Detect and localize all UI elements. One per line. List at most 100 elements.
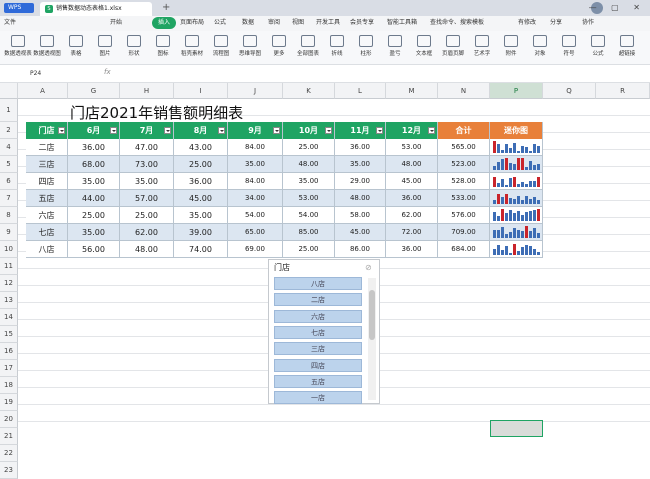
column-header-L[interactable]: L bbox=[335, 83, 386, 99]
selected-cell[interactable] bbox=[490, 420, 543, 437]
window-controls[interactable]: — ▢ ✕ bbox=[589, 3, 646, 12]
ribbon-button-21[interactable]: 超链接 bbox=[612, 33, 642, 63]
table-cell[interactable]: 三店 bbox=[26, 156, 68, 173]
table-cell[interactable]: 47.00 bbox=[120, 139, 174, 156]
row-header-5[interactable]: 5 bbox=[0, 156, 18, 173]
ribbon-button-19[interactable]: 符号 bbox=[554, 33, 584, 63]
filter-dropdown-icon[interactable] bbox=[218, 127, 225, 134]
table-cell[interactable]: 34.00 bbox=[228, 190, 283, 207]
slicer-item-2[interactable]: 六店 bbox=[274, 309, 362, 323]
menu-4[interactable]: 公式 bbox=[214, 17, 226, 29]
table-header-2[interactable]: 7月 bbox=[120, 122, 174, 139]
table-cell[interactable]: 56.00 bbox=[68, 241, 120, 258]
table-cell[interactable]: 25.00 bbox=[283, 241, 335, 258]
column-header-K[interactable]: K bbox=[283, 83, 335, 99]
table-cell[interactable]: 48.00 bbox=[335, 190, 386, 207]
menu-14[interactable]: 协作 bbox=[582, 17, 594, 29]
table-cell[interactable]: 62.00 bbox=[120, 224, 174, 241]
ribbon-button-15[interactable]: 页眉页脚 bbox=[438, 33, 468, 63]
ribbon-button-13[interactable]: 盈亏 bbox=[380, 33, 410, 63]
menu-9[interactable]: 会员专享 bbox=[350, 17, 374, 29]
table-cell[interactable]: 39.00 bbox=[174, 224, 228, 241]
menu-8[interactable]: 开发工具 bbox=[316, 17, 340, 29]
slicer-item-5[interactable]: 四店 bbox=[274, 358, 362, 372]
table-cell[interactable]: 25.00 bbox=[68, 207, 120, 224]
filter-dropdown-icon[interactable] bbox=[428, 127, 435, 134]
table-cell[interactable]: 36.00 bbox=[386, 241, 438, 258]
column-header-P[interactable]: P bbox=[490, 83, 543, 99]
table-cell[interactable]: 七店 bbox=[26, 224, 68, 241]
table-cell[interactable]: 74.00 bbox=[174, 241, 228, 258]
menu-1[interactable]: 开始 bbox=[110, 17, 122, 29]
table-cell[interactable]: 43.00 bbox=[174, 139, 228, 156]
table-cell[interactable]: 533.00 bbox=[438, 190, 490, 207]
table-cell[interactable]: 36.00 bbox=[68, 139, 120, 156]
row-header-23[interactable]: 23 bbox=[0, 462, 18, 479]
table-cell[interactable]: 58.00 bbox=[335, 207, 386, 224]
table-cell[interactable]: 86.00 bbox=[335, 241, 386, 258]
ribbon-button-9[interactable]: 更多 bbox=[264, 33, 294, 63]
table-header-3[interactable]: 8月 bbox=[174, 122, 228, 139]
ribbon-button-10[interactable]: 全部图表 bbox=[293, 33, 323, 63]
ribbon-button-4[interactable]: 形状 bbox=[119, 33, 149, 63]
row-header-2[interactable]: 2 bbox=[0, 122, 18, 139]
table-cell[interactable]: 25.00 bbox=[283, 139, 335, 156]
ribbon-button-3[interactable]: 图片 bbox=[90, 33, 120, 63]
table-header-6[interactable]: 11月 bbox=[335, 122, 386, 139]
slicer-item-3[interactable]: 七店 bbox=[274, 325, 362, 339]
row-header-1[interactable]: 1 bbox=[0, 99, 18, 122]
slicer-item-0[interactable]: 八店 bbox=[274, 277, 362, 290]
menu-12[interactable]: 有修改 bbox=[518, 17, 536, 29]
column-header-M[interactable]: M bbox=[386, 83, 438, 99]
row-header-18[interactable]: 18 bbox=[0, 377, 18, 394]
row-header-11[interactable]: 11 bbox=[0, 258, 18, 275]
table-cell[interactable]: 684.00 bbox=[438, 241, 490, 258]
row-header-8[interactable]: 8 bbox=[0, 207, 18, 224]
slicer-item-7[interactable]: 一店 bbox=[274, 391, 362, 405]
table-cell[interactable]: 48.00 bbox=[386, 156, 438, 173]
column-header-J[interactable]: J bbox=[228, 83, 283, 99]
table-cell[interactable]: 25.00 bbox=[174, 156, 228, 173]
table-cell[interactable]: 四店 bbox=[26, 173, 68, 190]
slicer-scroll-thumb[interactable] bbox=[369, 290, 375, 340]
table-cell[interactable]: 523.00 bbox=[438, 156, 490, 173]
ribbon-button-8[interactable]: 思维导图 bbox=[235, 33, 265, 63]
ribbon-button-20[interactable]: 公式 bbox=[583, 33, 613, 63]
ribbon-button-0[interactable]: 数据透视表 bbox=[3, 33, 33, 63]
table-cell[interactable]: 六店 bbox=[26, 207, 68, 224]
column-header-I[interactable]: I bbox=[174, 83, 228, 99]
menu-5[interactable]: 数据 bbox=[242, 17, 254, 29]
ribbon-button-16[interactable]: 艺术字 bbox=[467, 33, 497, 63]
menu-11[interactable]: 查找命令、搜索模板 bbox=[430, 17, 484, 29]
table-cell[interactable]: 35.00 bbox=[283, 173, 335, 190]
table-cell[interactable]: 62.00 bbox=[386, 207, 438, 224]
ribbon-button-14[interactable]: 文本框 bbox=[409, 33, 439, 63]
row-header-14[interactable]: 14 bbox=[0, 309, 18, 326]
table-cell[interactable]: 72.00 bbox=[386, 224, 438, 241]
table-cell[interactable]: 45.00 bbox=[386, 173, 438, 190]
column-header-N[interactable]: N bbox=[438, 83, 490, 99]
sheet-title[interactable]: 门店2021年销售额明细表 bbox=[70, 102, 243, 123]
menu-13[interactable]: 分享 bbox=[550, 17, 562, 29]
row-header-19[interactable]: 19 bbox=[0, 394, 18, 411]
ribbon-button-18[interactable]: 对象 bbox=[525, 33, 555, 63]
row-header-15[interactable]: 15 bbox=[0, 326, 18, 343]
table-header-5[interactable]: 10月 bbox=[283, 122, 335, 139]
table-cell[interactable]: 36.00 bbox=[386, 190, 438, 207]
slicer-item-6[interactable]: 五店 bbox=[274, 374, 362, 388]
filter-dropdown-icon[interactable] bbox=[58, 127, 65, 134]
table-cell[interactable]: 35.00 bbox=[120, 173, 174, 190]
ribbon-button-1[interactable]: 数据透视图 bbox=[32, 33, 62, 63]
ribbon-button-2[interactable]: 表格 bbox=[61, 33, 91, 63]
table-cell[interactable]: 57.00 bbox=[120, 190, 174, 207]
table-cell[interactable]: 48.00 bbox=[120, 241, 174, 258]
slicer-item-1[interactable]: 二店 bbox=[274, 293, 362, 307]
table-header-4[interactable]: 9月 bbox=[228, 122, 283, 139]
filter-dropdown-icon[interactable] bbox=[164, 127, 171, 134]
row-header-10[interactable]: 10 bbox=[0, 241, 18, 258]
table-cell[interactable]: 69.00 bbox=[228, 241, 283, 258]
table-cell[interactable]: 二店 bbox=[26, 139, 68, 156]
row-header-9[interactable]: 9 bbox=[0, 224, 18, 241]
ribbon-button-6[interactable]: 稻壳素材 bbox=[177, 33, 207, 63]
table-cell[interactable]: 45.00 bbox=[174, 190, 228, 207]
